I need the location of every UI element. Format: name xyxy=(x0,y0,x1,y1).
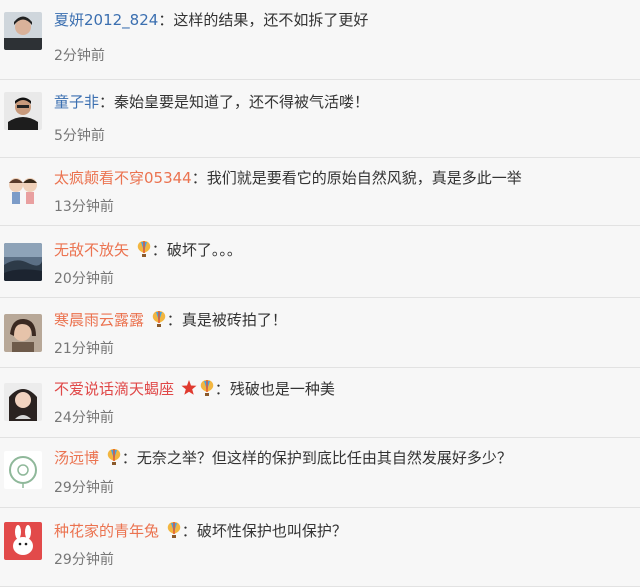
timestamp: 20分钟前 xyxy=(54,271,114,287)
balloon-icon xyxy=(151,310,167,328)
comment-text: 残破也是一种美 xyxy=(229,380,335,398)
comment-text: 真是被砖拍了！ xyxy=(181,311,287,329)
comment-item: 不爱说话滴天蝎座 ：残破也是一种美 24分钟前 xyxy=(0,368,640,438)
comment-line: 童子非：秦始皇要是知道了，还不得被气活喽！ xyxy=(54,92,369,112)
username-link[interactable]: 汤远博 xyxy=(54,449,99,467)
avatar[interactable] xyxy=(4,451,42,489)
separator: ： xyxy=(99,93,115,111)
comment-text: 破坏性保护也叫保护？ xyxy=(196,522,347,540)
comment-text: 秦始皇要是知道了，还不得被气活喽！ xyxy=(114,93,370,111)
timestamp: 2分钟前 xyxy=(54,48,105,64)
separator: ： xyxy=(166,311,182,329)
username-link[interactable]: 寒晨雨云露露 xyxy=(54,311,144,329)
avatar[interactable] xyxy=(4,243,42,281)
avatar[interactable] xyxy=(4,12,42,50)
comment-item: 寒晨雨云露露 ：真是被砖拍了！ 21分钟前 xyxy=(0,298,640,368)
comment-line: 无敌不放矢 ：破坏了。。。 xyxy=(54,240,242,260)
comment-item: 种花家的青年兔 ：破坏性保护也叫保护？ 29分钟前 xyxy=(0,508,640,587)
comment-item: 汤远博 ：无奈之举？但这样的保护到底比任由其自然发展好多少？ 29分钟前 xyxy=(0,438,640,508)
star-icon xyxy=(181,379,197,397)
username-link[interactable]: 种花家的青年兔 xyxy=(54,522,159,540)
comment-text: 我们就是要看它的原始自然风貌，真是多此一举 xyxy=(206,169,522,187)
username-link[interactable]: 不爱说话滴天蝎座 xyxy=(54,380,174,398)
comment-line: 太疯颠看不穿05344：我们就是要看它的原始自然风貌，真是多此一举 xyxy=(54,168,522,188)
username-link[interactable]: 太疯颠看不穿05344 xyxy=(54,169,192,187)
separator: ： xyxy=(151,241,167,259)
timestamp: 24分钟前 xyxy=(54,410,114,426)
comment-line: 不爱说话滴天蝎座 ：残破也是一种美 xyxy=(54,379,335,399)
comment-text: 破坏了。。。 xyxy=(166,241,242,259)
comment-text: 无奈之举？但这样的保护到底比任由其自然发展好多少？ xyxy=(136,449,512,467)
separator: ： xyxy=(121,449,137,467)
balloon-icon xyxy=(106,448,122,466)
timestamp: 29分钟前 xyxy=(54,552,114,568)
comment-line: 寒晨雨云露露 ：真是被砖拍了！ xyxy=(54,310,287,330)
balloon-icon xyxy=(136,240,152,258)
timestamp: 5分钟前 xyxy=(54,128,105,144)
username-link[interactable]: 无敌不放矢 xyxy=(54,241,129,259)
username-link[interactable]: 夏妍2012_824 xyxy=(54,11,158,29)
avatar[interactable] xyxy=(4,314,42,352)
comment-text: 这样的结果，还不如拆了更好 xyxy=(173,11,369,29)
separator: ： xyxy=(191,169,207,187)
comment-line: 夏妍2012_824：这样的结果，还不如拆了更好 xyxy=(54,10,368,30)
avatar[interactable] xyxy=(4,92,42,130)
balloon-icon xyxy=(166,521,182,539)
avatar[interactable] xyxy=(4,383,42,421)
comment-item: 童子非：秦始皇要是知道了，还不得被气活喽！ 5分钟前 xyxy=(0,80,640,158)
comment-item: 夏妍2012_824：这样的结果，还不如拆了更好 2分钟前 xyxy=(0,0,640,80)
separator: ： xyxy=(181,522,197,540)
timestamp: 29分钟前 xyxy=(54,480,114,496)
comment-line: 汤远博 ：无奈之举？但这样的保护到底比任由其自然发展好多少？ xyxy=(54,448,512,468)
timestamp: 21分钟前 xyxy=(54,341,114,357)
balloon-icon xyxy=(199,379,215,397)
avatar[interactable] xyxy=(4,171,42,209)
comment-item: 太疯颠看不穿05344：我们就是要看它的原始自然风貌，真是多此一举 13分钟前 xyxy=(0,158,640,226)
separator: ： xyxy=(214,380,230,398)
username-link[interactable]: 童子非 xyxy=(54,93,99,111)
timestamp: 13分钟前 xyxy=(54,199,114,215)
comment-list: 夏妍2012_824：这样的结果，还不如拆了更好 2分钟前 童子非：秦始皇要是知… xyxy=(0,0,640,587)
comment-line: 种花家的青年兔 ：破坏性保护也叫保护？ xyxy=(54,521,347,541)
comment-item: 无敌不放矢 ：破坏了。。。 20分钟前 xyxy=(0,226,640,298)
separator: ： xyxy=(158,11,174,29)
avatar[interactable] xyxy=(4,522,42,560)
